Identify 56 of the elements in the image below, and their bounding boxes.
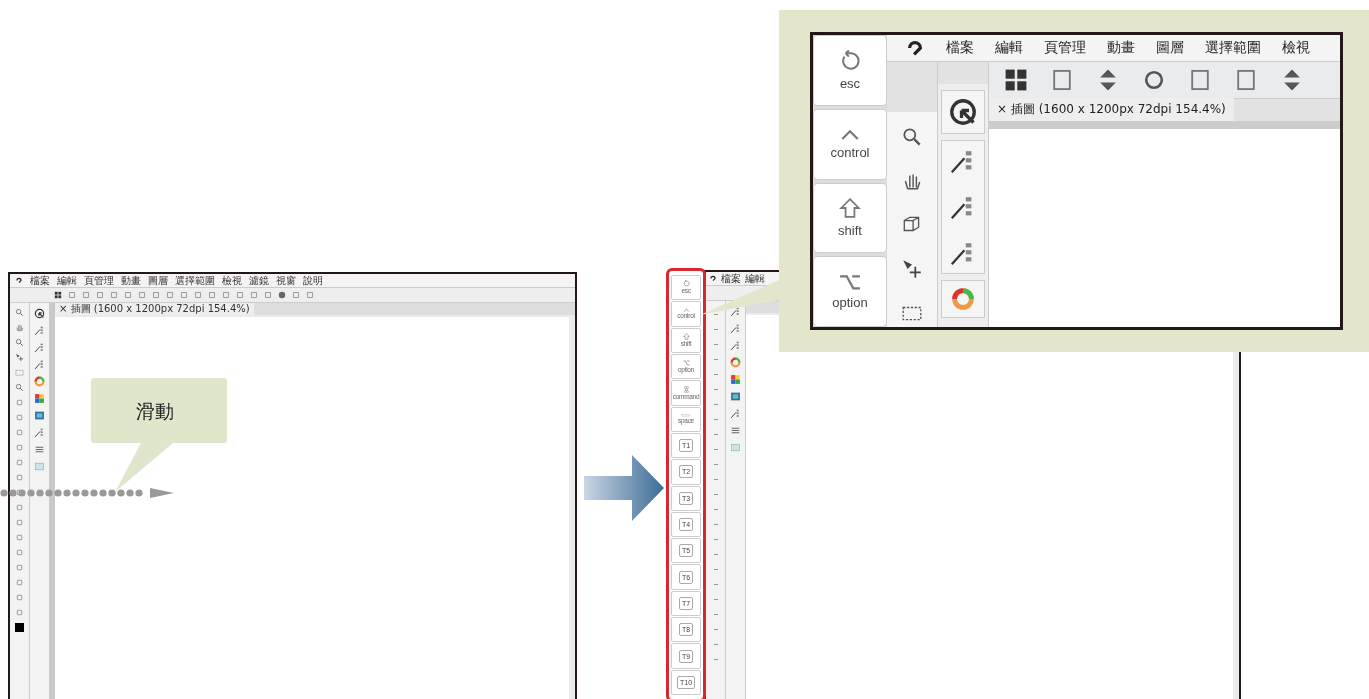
color-wheel-icon[interactable] (34, 376, 45, 387)
menu-item[interactable]: 編輯 (995, 39, 1023, 57)
menu-item[interactable]: 圖層 (148, 275, 168, 286)
command-key-icon (682, 385, 690, 393)
menu-item[interactable]: 檢視 (1282, 39, 1310, 57)
image-panel-icon[interactable] (730, 391, 741, 402)
logo-icon (905, 39, 925, 57)
menu-item[interactable]: 頁管理 (84, 275, 114, 286)
menu-item[interactable]: 檔案 (30, 275, 50, 286)
document-tab[interactable]: × 插圖 (1600 x 1200px 72dpi 154.4%) (55, 303, 254, 315)
menu-item[interactable]: 濾鏡 (249, 275, 269, 286)
color-set-icon[interactable] (730, 374, 741, 385)
color-wheel-icon[interactable] (951, 287, 975, 311)
logo-icon (709, 275, 717, 282)
shortcut-key[interactable]: esc (813, 35, 887, 106)
toolbar-icon[interactable] (54, 291, 62, 299)
magnifier-icon[interactable] (15, 308, 24, 317)
menu-item[interactable]: 編輯 (57, 275, 77, 286)
menu-item[interactable]: 視窗 (276, 275, 296, 286)
magnifier-icon[interactable] (15, 383, 24, 392)
menu-item[interactable]: 選擇範圍 (1205, 39, 1261, 57)
magnifier-icon[interactable] (15, 338, 24, 347)
color-wheel-icon[interactable] (730, 357, 741, 368)
quick-access-icon[interactable] (34, 308, 45, 319)
menu-item[interactable]: 檔案 (721, 273, 741, 284)
quick-access-icon[interactable] (948, 97, 978, 127)
shift-arrow-icon (839, 197, 861, 220)
logo-icon (15, 277, 23, 284)
option-key-icon (839, 273, 861, 291)
caret-up-icon (682, 308, 690, 313)
callout-text: 滑動 (136, 399, 174, 424)
image-panel-icon[interactable] (34, 410, 45, 421)
color-set-icon[interactable] (34, 393, 45, 404)
menu-item[interactable]: 說明 (303, 275, 323, 286)
move-arrow-icon[interactable] (901, 258, 923, 280)
menu-item[interactable]: 檔案 (946, 39, 974, 57)
menu-item[interactable]: 圖層 (1156, 39, 1184, 57)
document-tab[interactable]: × 插圖 (1600 x 1200px 72dpi 154.4%) (989, 98, 1234, 121)
caret-up-icon (839, 128, 861, 142)
menu-item[interactable]: 頁管理 (1044, 39, 1086, 57)
layers-icon[interactable] (34, 444, 45, 455)
menu-item[interactable]: 檢視 (222, 275, 242, 286)
option-key-icon (682, 360, 690, 366)
shortcut-key[interactable]: option (813, 256, 887, 327)
menu-item[interactable]: 編輯 (745, 273, 765, 284)
menu-item[interactable]: 選擇範圍 (175, 275, 215, 286)
menu-item[interactable]: 動畫 (121, 275, 141, 286)
color-swatch[interactable] (15, 623, 24, 632)
layers-icon[interactable] (730, 425, 741, 436)
shortcut-key[interactable]: shift (813, 182, 887, 254)
magnifier-icon[interactable] (901, 126, 923, 148)
toolbar-icon[interactable] (1003, 67, 1029, 93)
menu-item[interactable]: 動畫 (1107, 39, 1135, 57)
shortcut-key[interactable]: control (813, 108, 887, 180)
shift-arrow-icon (682, 333, 690, 341)
move-arrow-icon[interactable] (15, 353, 24, 362)
